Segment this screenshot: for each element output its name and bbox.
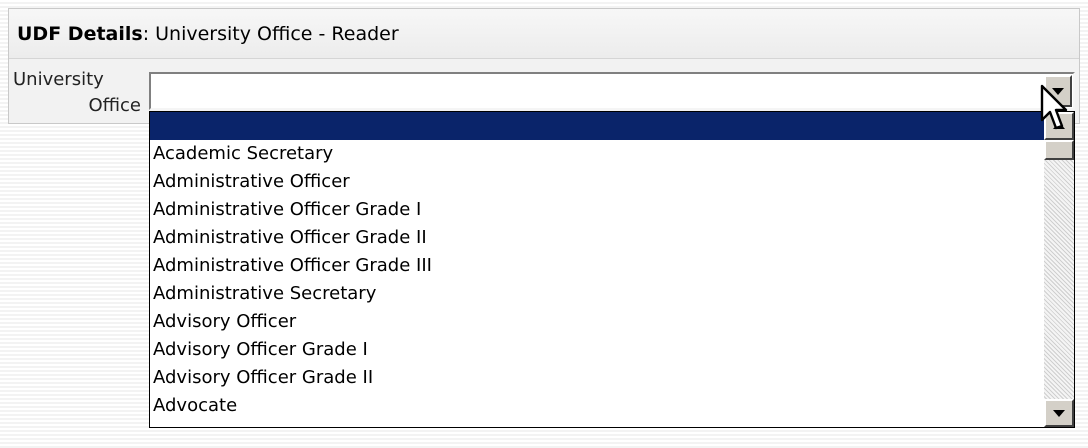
panel-header: UDF Details: University Office - Reader — [9, 9, 1079, 59]
dropdown-scrollbar[interactable] — [1044, 112, 1074, 427]
dropdown-option[interactable]: Administrative Officer Grade III — [150, 252, 1044, 280]
dropdown-option[interactable]: Advisory Officer Grade I — [150, 336, 1044, 364]
dropdown-option[interactable]: Academic Secretary — [150, 140, 1044, 168]
select-current-value — [155, 74, 1041, 108]
dropdown-option[interactable]: Advocate — [150, 392, 1044, 420]
scroll-thumb[interactable] — [1044, 140, 1074, 160]
panel-title-rest: : University Office - Reader — [142, 23, 399, 45]
options-list[interactable]: Academic Secretary Administrative Officer… — [150, 112, 1044, 427]
dropdown-option[interactable]: Administrative Officer Grade II — [150, 224, 1044, 252]
dropdown-option[interactable] — [150, 112, 1044, 140]
mouse-cursor-icon — [1040, 84, 1068, 130]
dropdown-option[interactable]: Administrative Secretary — [150, 280, 1044, 308]
label-line-1: University — [13, 69, 104, 90]
scroll-down-button[interactable] — [1044, 399, 1074, 427]
dropdown-list[interactable]: Academic Secretary Administrative Officer… — [149, 111, 1075, 428]
label-line-2: Office — [88, 95, 141, 116]
university-office-label: University Office — [13, 67, 141, 119]
panel-title-bold: UDF Details — [17, 23, 143, 45]
dropdown-option[interactable]: Administrative Officer — [150, 168, 1044, 196]
dropdown-option[interactable]: Advisory Officer Grade II — [150, 364, 1044, 392]
university-office-select[interactable] — [149, 72, 1075, 110]
dropdown-option[interactable]: Advisory Officer — [150, 308, 1044, 336]
scroll-down-arrow-icon — [1053, 410, 1065, 417]
dropdown-option[interactable]: Administrative Officer Grade I — [150, 196, 1044, 224]
